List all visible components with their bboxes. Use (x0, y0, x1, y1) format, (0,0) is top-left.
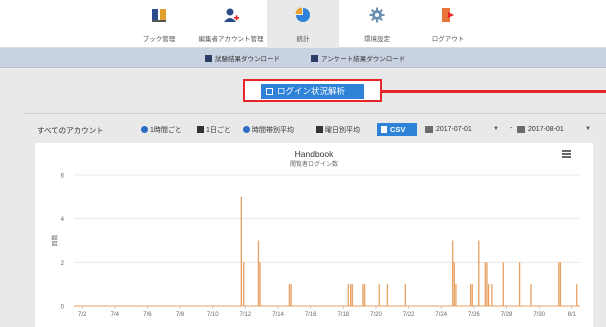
file-icon (381, 126, 387, 133)
download-survey-results-label: アンケート結果ダウンロード (321, 56, 406, 63)
y-tick-label: 0 (61, 305, 65, 311)
radio-icon (141, 126, 148, 133)
nav-label: ブック管理 (142, 36, 176, 43)
x-tick-label: 7/30 (533, 312, 545, 318)
start-date-field[interactable]: 2017-07-01 ▼ (425, 123, 501, 136)
date-separator: - (510, 125, 513, 132)
x-tick-label: 7/14 (272, 312, 284, 318)
hamburger-menu-icon[interactable] (562, 150, 571, 158)
option-hourly[interactable]: 1時間ごと (141, 125, 182, 135)
x-tick-label: 7/22 (403, 312, 415, 318)
option-time-average[interactable]: 時間帯別平均 (243, 125, 294, 135)
x-tick-label: 7/4 (111, 312, 120, 318)
divider (24, 113, 606, 114)
filter-bar: すべてのアカウント 1時間ごと 1日ごと 時間帯別平均 曜日別平均 CSV 20… (0, 120, 606, 140)
nav-item-statistics[interactable]: 統計 (267, 0, 339, 48)
logout-icon (442, 8, 454, 22)
highlight-pointer-line (382, 90, 606, 93)
x-tick-label: 7/16 (305, 312, 317, 318)
sub-navigation: 試験結果ダウンロード アンケート結果ダウンロード (0, 48, 606, 68)
option-weekday-average[interactable]: 曜日別平均 (316, 125, 360, 135)
chevron-down-icon: ▼ (585, 126, 591, 132)
download-survey-results-link[interactable]: アンケート結果ダウンロード (311, 53, 405, 63)
user-add-icon (224, 8, 239, 22)
x-tick-label: 7/20 (370, 312, 382, 318)
option-daily[interactable]: 1日ごと (197, 125, 231, 135)
y-tick-label: 6 (61, 174, 65, 180)
report-icon (266, 88, 273, 95)
chevron-down-icon: ▼ (493, 126, 499, 132)
csv-label: CSV (390, 125, 406, 134)
nav-item-logout[interactable]: ログアウト (412, 0, 484, 48)
radio-icon (243, 126, 250, 133)
calendar-icon (517, 126, 525, 133)
nav-label: 編集者アカウント管理 (198, 36, 264, 43)
x-tick-label: 7/18 (337, 312, 349, 318)
csv-button[interactable]: CSV (377, 123, 417, 136)
account-selector[interactable]: すべてのアカウント (37, 125, 104, 136)
x-tick-label: 7/8 (176, 312, 185, 318)
document-icon (311, 55, 318, 62)
calendar-icon (425, 126, 433, 133)
nav-label: ログアウト (431, 36, 465, 43)
download-test-results-link[interactable]: 試験結果ダウンロード (205, 53, 280, 63)
nav-label: 環境設定 (364, 36, 390, 43)
book-icon (152, 9, 166, 22)
download-test-results-label: 試験結果ダウンロード (215, 56, 280, 63)
y-tick-label: 2 (61, 261, 65, 267)
x-tick-label: 7/12 (240, 312, 252, 318)
analysis-highlight-box: ログイン状況解析 (243, 79, 382, 102)
x-tick-label: 7/28 (501, 312, 513, 318)
x-tick-label: 7/10 (207, 312, 219, 318)
gear-icon (369, 7, 385, 23)
login-chart: 0 2 4 6 7/2 7/4 7/6 7/8 7/10 7/12 7/14 7/16 7/18 7/20… (51, 174, 580, 318)
option-weekday-average-label: 曜日別平均 (325, 127, 360, 134)
nav-item-settings[interactable]: 環境設定 (341, 0, 413, 48)
option-hourly-label: 1時間ごと (150, 127, 182, 134)
x-tick-label: 7/24 (435, 312, 447, 318)
document-icon (205, 55, 212, 62)
x-tick-label: 7/26 (468, 312, 480, 318)
end-date-field[interactable]: 2017-08-01 ▼ (517, 123, 593, 136)
top-navigation: ブック管理 編集者アカウント管理 統計 環境設定 ログアウト (0, 0, 606, 48)
pie-chart-icon (295, 7, 310, 22)
nav-label: 統計 (296, 36, 310, 43)
login-analysis-label: ログイン状況解析 (277, 86, 346, 96)
option-daily-label: 1日ごと (206, 127, 231, 134)
y-tick-label: 4 (61, 217, 65, 223)
x-tick-label: 7/2 (78, 312, 87, 318)
calendar-icon (197, 126, 204, 133)
option-time-average-label: 時間帯別平均 (252, 127, 294, 134)
start-date-value: 2017-07-01 (436, 126, 472, 133)
login-analysis-button[interactable]: ログイン状況解析 (261, 84, 364, 99)
chart-subtitle: 閲覧者ログイン数 (289, 162, 338, 168)
end-date-value: 2017-08-01 (528, 126, 564, 133)
nav-item-book-management[interactable]: ブック管理 (123, 0, 195, 48)
chart-title: Handbook (294, 149, 334, 159)
chart-panel: 0 2 4 6 7/2 7/4 7/6 7/8 7/10 7/12 7/14 7/16 7/18 7/20… (35, 143, 593, 327)
x-tick-label: 7/6 (143, 312, 152, 318)
y-axis-label: 回数 (51, 234, 59, 246)
calendar-icon (316, 126, 323, 133)
x-tick-label: 8/1 (568, 312, 577, 318)
nav-item-editor-accounts[interactable]: 編集者アカウント管理 (195, 0, 267, 48)
